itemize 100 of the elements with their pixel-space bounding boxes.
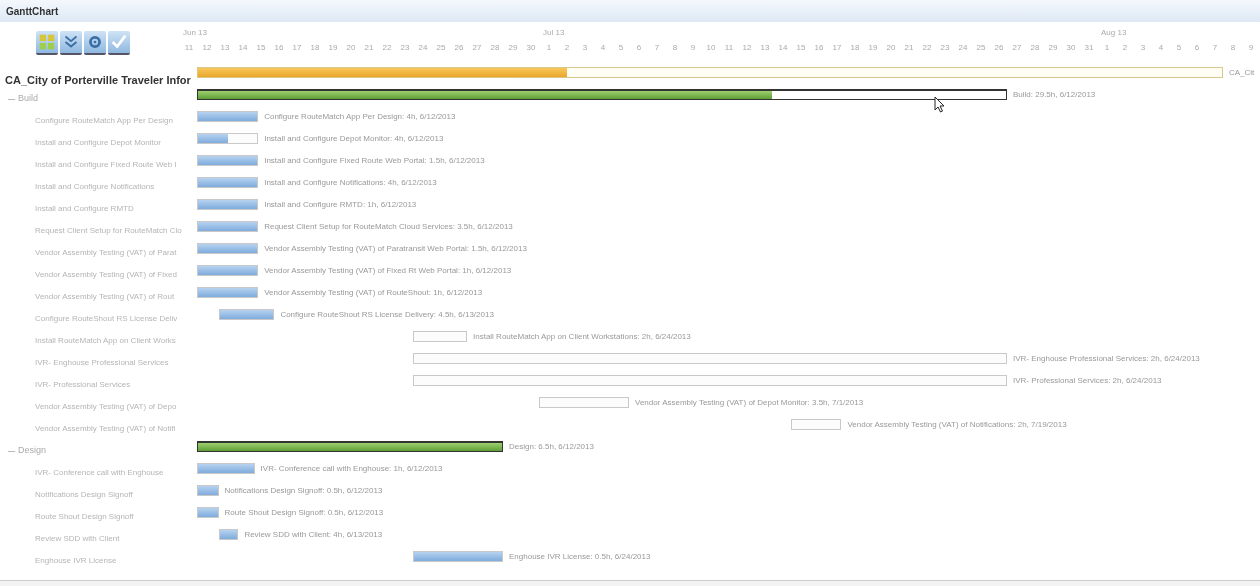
day-label: 6 <box>636 42 642 54</box>
bar-label: Build: 29.5h, 6/12/2013 <box>1013 89 1096 100</box>
bar-label: Vendor Assembly Testing (VAT) of RouteShout: 1h, 6/12/2013 <box>264 287 483 298</box>
day-label: 3 <box>582 42 588 54</box>
bar-label: Request Client Setup for RouteMatch Cloud Services: 3.5h, 6/12/2013 <box>264 221 513 232</box>
tree-item[interactable]: Install and Configure Notifications <box>35 181 155 193</box>
day-label: 24 <box>418 42 428 54</box>
day-label: 23 <box>940 42 950 54</box>
day-label: 25 <box>976 42 986 54</box>
bar-label: Configure RouteMatch App Per Design: 4h, 6/12/2013 <box>264 111 456 122</box>
bar-label: Install and Configure Notifications: 4h, 6/12/2013 <box>264 177 437 188</box>
bar-label: Install and Configure RMTD: 1h, 6/12/2013 <box>264 199 417 210</box>
day-label: 29 <box>508 42 518 54</box>
day-label: 13 <box>760 42 770 54</box>
tree-item[interactable]: Vendor Assembly Testing (VAT) of Fixed <box>35 269 177 281</box>
checkmark-button[interactable] <box>108 31 130 55</box>
day-label: 2 <box>564 42 570 54</box>
day-label: 10 <box>706 42 716 54</box>
day-label: 12 <box>202 42 212 54</box>
day-label: 8 <box>672 42 678 54</box>
tree-item[interactable]: Install and Configure RMTD <box>35 203 134 215</box>
day-label: 14 <box>778 42 788 54</box>
bar-label: IVR- Enghouse Professional Services: 2h, 6/24/2013 <box>1013 353 1200 364</box>
tree-item[interactable]: Configure RouteShout RS License Deliv <box>35 313 178 325</box>
bar-label: CA_Cit <box>1229 67 1255 78</box>
tree-item[interactable]: Install and Configure Fixed Route Web I <box>35 159 177 171</box>
day-label: 30 <box>526 42 536 54</box>
day-label: 1 <box>1104 42 1110 54</box>
day-label: 1 <box>546 42 552 54</box>
tree-item[interactable]: Vendor Assembly Testing (VAT) of Rout <box>35 291 175 303</box>
window-title: GanttChart <box>6 4 59 19</box>
day-label: 17 <box>292 42 302 54</box>
month-label: Jun 13 <box>183 27 208 39</box>
day-label: 29 <box>1048 42 1058 54</box>
day-label: 5 <box>618 42 624 54</box>
tree-item[interactable]: Review SDD with Client <box>35 533 120 545</box>
day-label: 3 <box>1140 42 1146 54</box>
day-label: 26 <box>994 42 1004 54</box>
grid-icon <box>37 32 57 52</box>
bar-label: Vendor Assembly Testing (VAT) of Notifications: 2h, 7/19/2013 <box>847 419 1067 430</box>
day-label: 2 <box>1122 42 1128 54</box>
day-label: 27 <box>472 42 482 54</box>
day-label: 21 <box>364 42 374 54</box>
day-label: 15 <box>256 42 266 54</box>
day-label: 15 <box>796 42 806 54</box>
tree-item[interactable]: Enghouse IVR License <box>35 555 117 567</box>
day-label: 7 <box>1212 42 1218 54</box>
bar-label: IVR- Professional Services: 2h, 6/24/2013 <box>1013 375 1162 386</box>
bar-label: Notifications Design Signoff: 0.5h, 6/12/2013 <box>224 485 383 496</box>
day-label: 12 <box>742 42 752 54</box>
day-label: 24 <box>958 42 968 54</box>
day-label: 6 <box>1194 42 1200 54</box>
tree-item[interactable]: Vendor Assembly Testing (VAT) of Depo <box>35 401 177 413</box>
chevrons-down-button[interactable] <box>60 31 82 55</box>
bar-label: Vendor Assembly Testing (VAT) of Fixed Rt Web Portal: 1h, 6/12/2013 <box>264 265 512 276</box>
tree-item[interactable]: Vendor Assembly Testing (VAT) of Notifi <box>35 423 176 435</box>
day-label: 19 <box>868 42 878 54</box>
tree-item[interactable]: Request Client Setup for RouteMatch Clo <box>35 225 182 237</box>
tree-item[interactable]: IVR- Professional Services <box>35 379 131 391</box>
bar-label: Configure RouteShout RS License Delivery: 4.5h, 6/13/2013 <box>280 309 494 320</box>
day-label: 11 <box>724 42 734 54</box>
project-title: CA_City of Porterville Traveler Infor <box>5 72 191 88</box>
day-label: 26 <box>454 42 464 54</box>
day-label: 30 <box>1066 42 1076 54</box>
day-label: 13 <box>220 42 230 54</box>
day-label: 22 <box>382 42 392 54</box>
tree-item[interactable]: Design <box>18 444 46 458</box>
day-label: 18 <box>310 42 320 54</box>
tree-item[interactable]: IVR- Enghouse Professional Services <box>35 357 169 369</box>
tree-item[interactable]: Build <box>18 92 38 106</box>
day-label: 7 <box>654 42 660 54</box>
day-label: 20 <box>886 42 896 54</box>
tree-item[interactable]: Install and Configure Depot Monitor <box>35 137 161 149</box>
bar-label: Route Shout Design Signoff: 0.5h, 6/12/2013 <box>224 507 384 518</box>
day-label: 31 <box>1084 42 1094 54</box>
scrollbar[interactable] <box>0 580 1260 586</box>
day-label: 8 <box>1230 42 1236 54</box>
day-label: 23 <box>400 42 410 54</box>
tree-item[interactable]: Configure RouteMatch App Per Design <box>35 115 173 127</box>
day-label: 28 <box>490 42 500 54</box>
day-label: 18 <box>850 42 860 54</box>
day-label: 25 <box>436 42 446 54</box>
bar-label: IVR- Conference call with Enghouse: 1h, 6/12/2013 <box>260 463 443 474</box>
day-label: 11 <box>184 42 194 54</box>
month-label: Aug 13 <box>1101 27 1127 39</box>
tree-item[interactable]: IVR- Conference call with Enghouse <box>35 467 164 479</box>
task-bar <box>791 419 842 430</box>
bar-label: Install RouteMatch App on Client Workstations: 2h, 6/24/2013 <box>473 331 691 342</box>
day-label: 17 <box>832 42 842 54</box>
grid-button[interactable] <box>36 31 58 55</box>
day-label: 20 <box>346 42 356 54</box>
day-label: 22 <box>922 42 932 54</box>
tree-item[interactable]: Notifications Design Signoff <box>35 489 133 501</box>
day-label: 16 <box>814 42 824 54</box>
tree-item[interactable]: Route Shout Design Signoff <box>35 511 134 523</box>
bar-label: Vendor Assembly Testing (VAT) of Depot Monitor: 3.5h, 7/1/2013 <box>635 397 864 408</box>
bar-label: Review SDD with Client: 4h, 6/13/2013 <box>244 529 383 540</box>
bar-label: Install and Configure Depot Monitor: 4h, 6/12/2013 <box>264 133 444 144</box>
tree-item[interactable]: Vendor Assembly Testing (VAT) of Parat <box>35 247 177 259</box>
settings-button[interactable] <box>84 31 106 55</box>
